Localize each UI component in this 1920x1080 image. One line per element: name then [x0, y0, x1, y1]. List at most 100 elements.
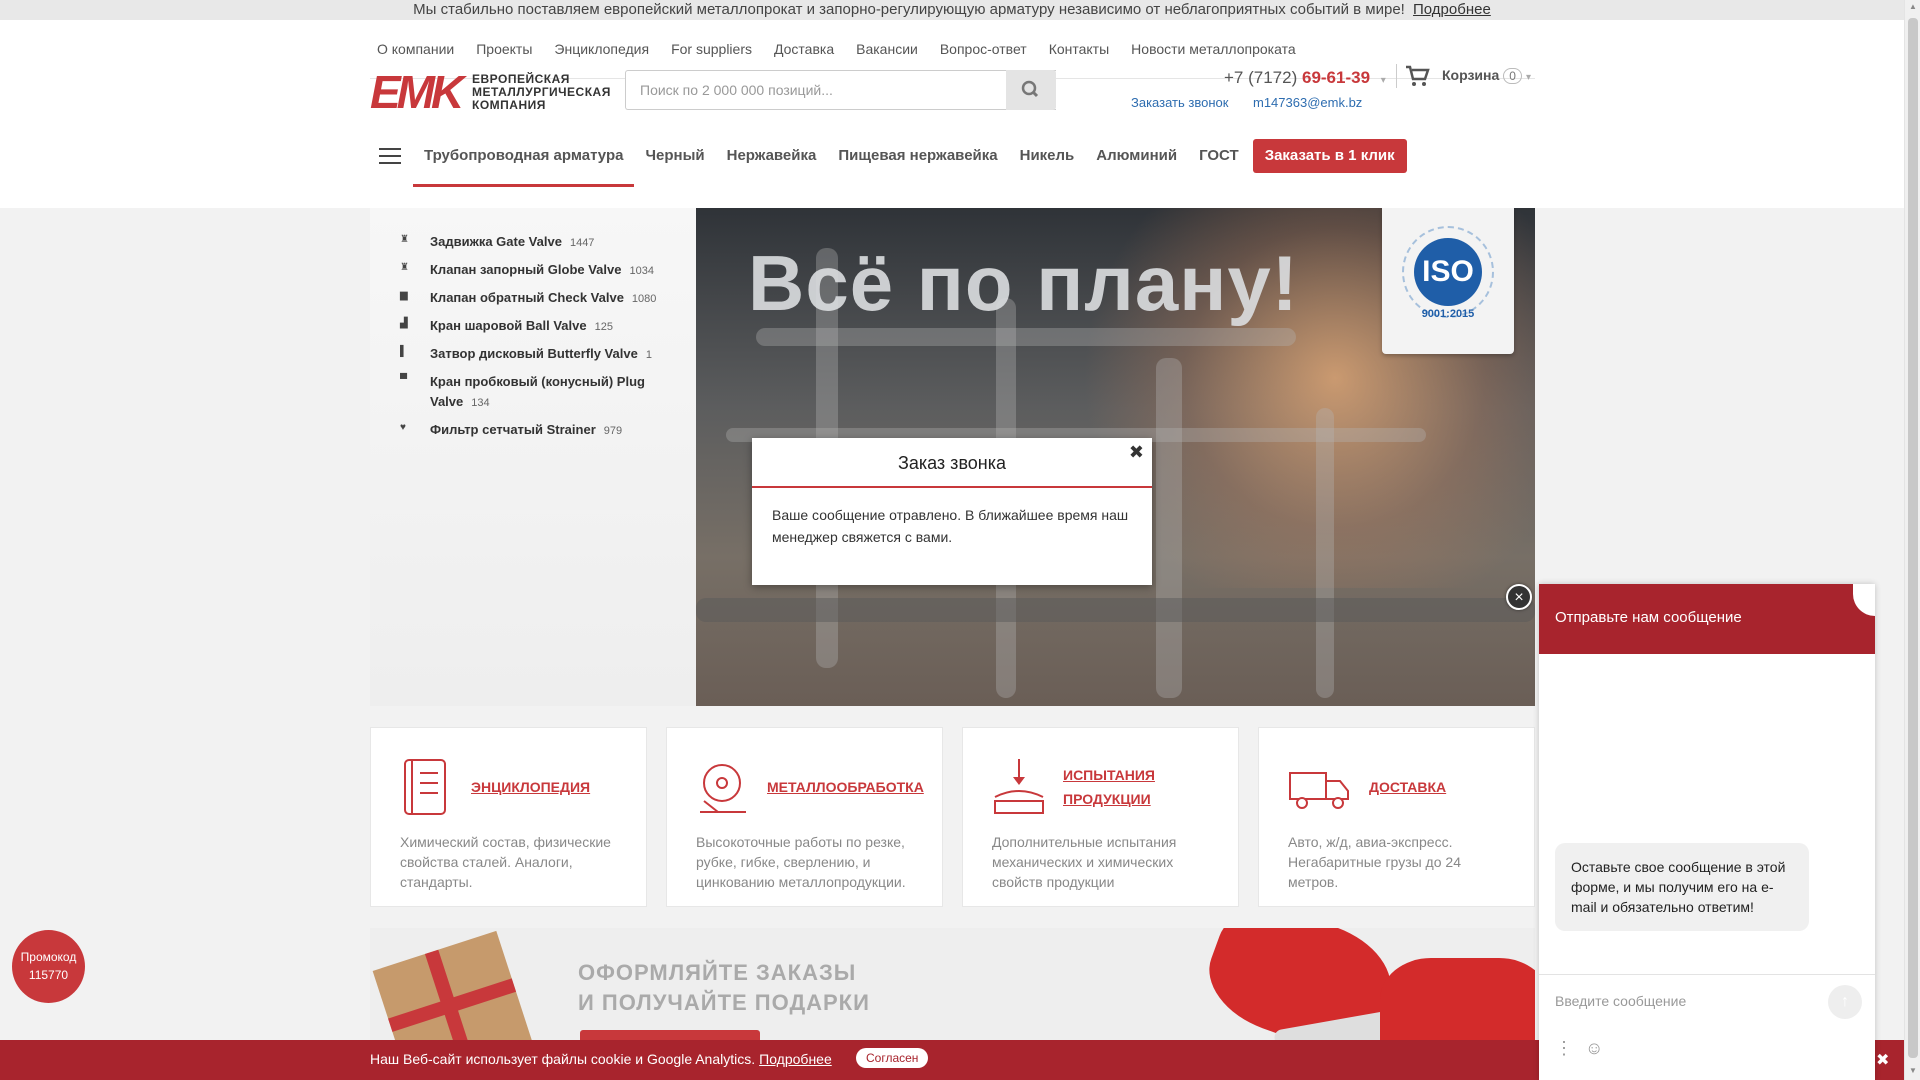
card-title-link[interactable]: ИСПЫТАНИЯ ПРОДУКЦИИ [1063, 763, 1238, 811]
category-gost[interactable]: ГОСТ [1188, 140, 1250, 172]
category-nickel[interactable]: Никель [1009, 140, 1086, 172]
iso-year: 9001:2015 [1421, 308, 1475, 320]
email-link[interactable]: m147363@emk.bz [1253, 95, 1362, 110]
nav-faq[interactable]: Вопрос-ответ [929, 40, 1038, 58]
logo-mark: EMK [370, 66, 464, 118]
more-icon[interactable]: ⋮ [1555, 1038, 1573, 1059]
catalog-item-name: Фильтр сетчатый Strainer [430, 422, 596, 437]
catalog-list: ♜ Задвижка Gate Valve 1447 ♜ Клапан запорны… [400, 232, 670, 448]
butterfly-valve-icon: ▌ [400, 346, 408, 357]
card-description: Химический состав, физические свойства с… [400, 834, 611, 890]
promo-code-badge[interactable]: Промокод 115770 [12, 930, 85, 1003]
phone-digits: 69-61-39 [1301, 68, 1371, 87]
catalog-item-name: Затвор дисковый Butterfly Valve [430, 346, 638, 361]
scrollbar[interactable]: ▲ ▼ [1904, 0, 1920, 1080]
card-description: Авто, ж/д, авиа-экспресс. Негабаритные г… [1288, 834, 1461, 890]
modal-title: Заказ звонка [752, 438, 1152, 488]
list-item[interactable]: ▆ Клапан обратный Check Valve 1080 [400, 288, 670, 309]
header-separator [1396, 64, 1397, 88]
nav-suppliers[interactable]: For suppliers [660, 40, 763, 58]
modal-message: Ваше сообщение отравлено. В ближайшее вр… [772, 507, 1129, 545]
card-title-link[interactable]: МЕТАЛЛООБРАБОТКА [767, 775, 924, 799]
press-icon [994, 759, 1044, 814]
list-item[interactable]: ▌ Затвор дисковый Butterfly Valve 1 [400, 344, 670, 365]
banner-text: ОФОРМЛЯЙТЕ ЗАКАЗЫ И ПОЛУЧАЙТЕ ПОДАРКИ [578, 958, 870, 1018]
globe-valve-icon: ♜ [400, 262, 409, 273]
callback-link[interactable]: Заказать звонок [1131, 95, 1228, 110]
order-one-click-button[interactable]: Заказать в 1 клик [1252, 139, 1407, 173]
announcement-text: Мы стабильно поставляем европейский мета… [413, 1, 1405, 18]
list-item[interactable]: ♜ Задвижка Gate Valve 1447 [400, 232, 670, 253]
plug-valve-icon: ▀ [400, 374, 408, 385]
menu-icon[interactable] [370, 136, 410, 176]
category-aluminium[interactable]: Алюминий [1085, 140, 1188, 172]
book-icon [404, 759, 446, 815]
nav-delivery[interactable]: Доставка [763, 40, 845, 58]
nav-projects[interactable]: Проекты [465, 40, 543, 58]
card-encyclopedia: ЭНЦИКЛОПЕДИЯ Химический состав, физическ… [370, 727, 647, 907]
chat-message-input[interactable]: Введите сообщение [1539, 974, 1875, 1024]
search-input[interactable]: Поиск по 2 000 000 позиций... [625, 70, 1056, 110]
truck-icon [1289, 772, 1349, 809]
list-item[interactable]: ▀ Кран пробковый (конусный) Plug Valve 134 [400, 372, 670, 413]
nav-contacts[interactable]: Контакты [1038, 40, 1120, 58]
nav-news[interactable]: Новости металлопроката [1120, 40, 1306, 58]
header: О компании Проекты Энциклопедия For supp… [0, 20, 1904, 208]
logo-text: ЕВРОПЕЙСКАЯ МЕТАЛЛУРГИЧЕСКАЯ КОМПАНИЯ [472, 73, 611, 112]
gate-valve-icon: ♜ [400, 234, 409, 245]
logo-line-3: КОМПАНИЯ [472, 98, 546, 112]
chat-close-icon[interactable]: × [1506, 584, 1532, 610]
list-item[interactable]: ♜ Клапан запорный Globe Valve 1034 [400, 260, 670, 281]
catalog-item-name: Кран пробковый (конусный) Plug Valve [430, 374, 645, 409]
card-title-link[interactable]: ДОСТАВКА [1369, 775, 1446, 799]
list-item[interactable]: ▟ Кран шаровой Ball Valve 125 [400, 316, 670, 337]
iso-badge: ISO 9001:2015 [1382, 208, 1514, 354]
hero-title: Всё по плану! [748, 239, 1299, 327]
catalog-item-count: 1 [645, 349, 652, 361]
send-icon[interactable]: ↑ [1828, 985, 1862, 1019]
category-food-stainless[interactable]: Пищевая нержавейка [827, 140, 1008, 172]
category-stainless[interactable]: Нержавейка [716, 140, 828, 172]
catalog-item-name: Задвижка Gate Valve [430, 234, 562, 249]
announcement-link[interactable]: Подробнее [1413, 1, 1491, 18]
chat-widget: Отправьте нам сообщение Оставьте свое со… [1539, 584, 1875, 1080]
close-icon[interactable]: ✖ [1129, 442, 1144, 463]
card-metalworking: МЕТАЛЛООБРАБОТКА Высокоточные работы по … [666, 727, 943, 907]
catalog-item-count: 979 [603, 425, 623, 437]
cart-icon[interactable] [1404, 64, 1430, 88]
emoji-icon[interactable]: ☺ [1585, 1038, 1603, 1059]
scroll-down-icon[interactable]: ▼ [1909, 1066, 1917, 1075]
nav-encyclopedia[interactable]: Энциклопедия [543, 40, 660, 58]
phone-prefix: +7 (7172) [1224, 68, 1298, 87]
service-cards: ЭНЦИКЛОПЕДИЯ Химический состав, физическ… [370, 727, 1535, 907]
category-nav: Трубопроводная арматура Черный Нержавейк… [370, 136, 1407, 187]
card-description: Высокоточные работы по резке, рубке, гиб… [696, 834, 906, 890]
category-pipeline-fittings[interactable]: Трубопроводная арматура [413, 140, 635, 187]
catalog-item-count: 125 [594, 321, 613, 333]
search-icon [1021, 80, 1039, 98]
nav-vacancies[interactable]: Вакансии [845, 40, 929, 58]
ball-valve-icon: ▟ [400, 318, 408, 329]
card-testing: ИСПЫТАНИЯ ПРОДУКЦИИ Дополнительные испыт… [962, 727, 1239, 907]
promo-label: Промокод [20, 950, 77, 964]
list-item[interactable]: ♥ Фильтр сетчатый Strainer 979 [400, 420, 670, 441]
strainer-icon: ♥ [400, 422, 406, 433]
nav-about[interactable]: О компании [366, 40, 465, 58]
cookie-agree-button[interactable]: Согласен [856, 1048, 929, 1068]
logo[interactable]: EMK ЕВРОПЕЙСКАЯ МЕТАЛЛУРГИЧЕСКАЯ КОМПАНИ… [370, 66, 610, 118]
category-black-metal[interactable]: Черный [634, 140, 715, 172]
cart-link[interactable]: Корзина 0 ▾ [1442, 67, 1531, 84]
card-title-link[interactable]: ЭНЦИКЛОПЕДИЯ [471, 775, 590, 799]
banner-line-2: И ПОЛУЧАЙТЕ ПОДАРКИ [578, 990, 870, 1015]
chevron-down-icon[interactable]: ▾ [1381, 75, 1386, 86]
cookie-more-link[interactable]: Подробнее [759, 1051, 832, 1067]
announcement-bar: Мы стабильно поставляем европейский мета… [0, 0, 1904, 20]
scroll-up-icon[interactable]: ▲ [1909, 2, 1917, 11]
phone-number[interactable]: +7 (7172) 69-61-39 ▾ [1224, 68, 1386, 88]
card-delivery: ДОСТАВКА Авто, ж/д, авиа-экспресс. Негаб… [1258, 727, 1535, 907]
cart-label: Корзина [1442, 67, 1500, 83]
cart-count-badge: 0 [1503, 68, 1522, 84]
search-button[interactable] [1006, 70, 1056, 110]
scrollbar-thumb[interactable] [1908, 18, 1918, 1058]
close-icon[interactable]: ✖ [1876, 1050, 1889, 1070]
